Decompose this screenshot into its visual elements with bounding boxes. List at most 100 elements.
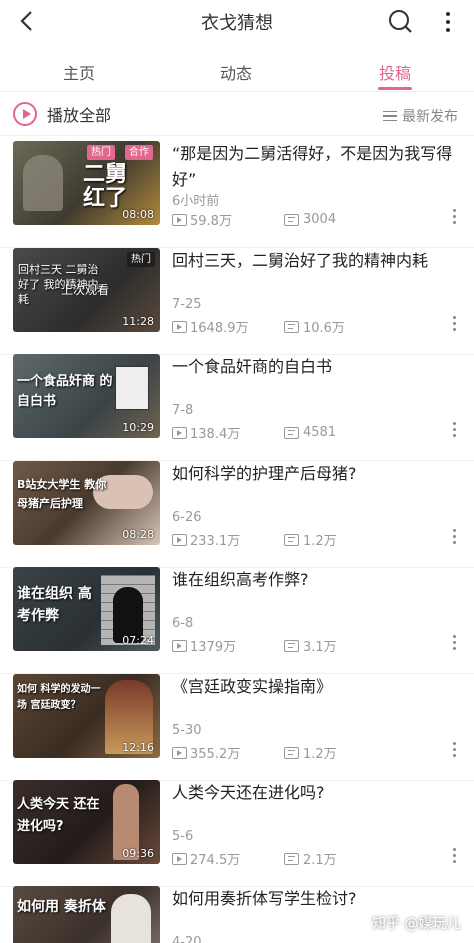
video-title[interactable]: 《宫廷政变实操指南》 — [172, 674, 467, 700]
upload-date: 7-8 — [172, 403, 194, 418]
play-circle-icon — [13, 102, 37, 126]
item-more-button[interactable] — [448, 420, 462, 440]
play-count-icon — [172, 852, 187, 865]
video-duration: 10:29 — [122, 421, 154, 434]
view-count: 1648.9万 — [190, 321, 249, 336]
video-title[interactable]: 谁在组织高考作弊? — [172, 567, 467, 593]
play-count-icon — [172, 320, 187, 333]
danmaku-count: 1.2万 — [303, 534, 337, 549]
video-thumbnail[interactable]: 如何 科学的发动一场 宫廷政变？ 12:16 — [13, 674, 160, 758]
video-thumbnail[interactable]: 热门 回村三天 二舅治好了 我的精神内耗 上次观看 11:28 — [13, 248, 160, 332]
danmaku-count: 3.1万 — [303, 640, 337, 655]
video-title[interactable]: 一个食品奸商的自白书 — [172, 354, 467, 380]
danmaku-count: 3004 — [303, 212, 337, 227]
play-count-icon — [172, 746, 187, 759]
danmaku-icon — [284, 746, 299, 759]
video-item[interactable]: B站女大学生 教你 母猪产后护理 08:28 如何科学的护理产后母猪? 6-26… — [0, 461, 474, 568]
video-thumbnail[interactable]: 人类今天 还在进化吗? 09:36 — [13, 780, 160, 864]
video-thumbnail[interactable]: 一个食品奸商 的自白书 10:29 — [13, 354, 160, 438]
view-count: 138.4万 — [190, 427, 241, 442]
item-more-button[interactable] — [448, 740, 462, 760]
video-duration: 12:16 — [122, 741, 154, 754]
video-duration: 07:24 — [122, 634, 154, 647]
video-thumbnail[interactable]: 如何用 奏折体 — [13, 886, 160, 943]
item-more-button[interactable] — [448, 207, 462, 227]
video-item[interactable]: 热门 合作 二舅 红了 08:08 “那是因为二舅活得好，不是因为我写得好” 6… — [0, 141, 474, 248]
video-title[interactable]: 人类今天还在进化吗? — [172, 780, 467, 806]
video-stats: 59.8万 3004 — [172, 210, 336, 229]
upload-date: 4-20 — [172, 935, 202, 943]
more-options-button[interactable] — [436, 7, 460, 37]
video-stats: 138.4万 4581 — [172, 423, 336, 442]
video-thumbnail[interactable]: 热门 合作 二舅 红了 08:08 — [13, 141, 160, 225]
video-duration: 08:08 — [122, 208, 154, 221]
video-stats: 233.1万 1.2万 — [172, 530, 337, 549]
sort-button[interactable]: 最新发布 — [383, 106, 458, 126]
danmaku-icon — [284, 213, 299, 226]
video-stats: 1648.9万 10.6万 — [172, 317, 345, 336]
danmaku-icon — [284, 639, 299, 652]
thumbnail-caption: 人类今天 还在进化吗? — [17, 797, 100, 834]
thumbnail-caption: 谁在组织 高考作弊 — [17, 586, 92, 624]
tab-activity[interactable]: 动态 — [186, 60, 286, 84]
tab-bar: 主页 动态 投稿 — [0, 48, 474, 92]
play-count-icon — [172, 426, 187, 439]
danmaku-icon — [284, 320, 299, 333]
active-tab-indicator — [378, 87, 412, 90]
collab-badge: 合作 — [125, 145, 153, 160]
vertical-dots-icon — [446, 12, 450, 32]
video-item[interactable]: 谁在组织 高考作弊 07:24 谁在组织高考作弊? 6-8 1379万 3.1万 — [0, 567, 474, 674]
video-stats: 274.5万 2.1万 — [172, 849, 337, 868]
video-item[interactable]: 热门 回村三天 二舅治好了 我的精神内耗 上次观看 11:28 回村三天，二舅治… — [0, 248, 474, 355]
search-button[interactable] — [386, 7, 416, 37]
item-more-button[interactable] — [448, 527, 462, 547]
danmaku-count: 4581 — [303, 425, 337, 440]
item-more-button[interactable] — [448, 314, 462, 334]
thumbnail-caption: 如何用 奏折体 — [17, 899, 106, 915]
thumbnail-caption: 一个食品奸商 的自白书 — [17, 374, 113, 409]
upload-date: 6小时前 — [172, 194, 220, 209]
danmaku-count: 10.6万 — [303, 321, 345, 336]
last-watched-label: 上次观看 — [61, 283, 110, 297]
hot-badge: 热门 — [87, 145, 115, 160]
play-count-icon — [172, 533, 187, 546]
video-thumbnail[interactable]: B站女大学生 教你 母猪产后护理 08:28 — [13, 461, 160, 545]
danmaku-icon — [284, 426, 299, 439]
thumbnail-caption: 二舅 红了 — [83, 162, 128, 211]
tab-home[interactable]: 主页 — [29, 60, 129, 84]
video-item[interactable]: 人类今天 还在进化吗? 09:36 人类今天还在进化吗? 5-6 274.5万 … — [0, 780, 474, 887]
video-title[interactable]: “那是因为二舅活得好，不是因为我写得好” — [172, 141, 467, 193]
video-title[interactable]: 回村三天，二舅治好了我的精神内耗 — [172, 248, 467, 274]
video-duration: 09:36 — [122, 847, 154, 860]
video-item[interactable]: 一个食品奸商 的自白书 10:29 一个食品奸商的自白书 7-8 138.4万 … — [0, 354, 474, 461]
danmaku-icon — [284, 852, 299, 865]
tab-uploads[interactable]: 投稿 — [345, 60, 445, 84]
danmaku-icon — [284, 533, 299, 546]
upload-date: 6-8 — [172, 616, 194, 631]
top-bar: 衣戈猜想 — [0, 0, 474, 44]
hot-badge: 热门 — [127, 252, 155, 267]
view-count: 1379万 — [190, 640, 237, 655]
sort-lines-icon — [383, 110, 397, 122]
danmaku-count: 2.1万 — [303, 853, 337, 868]
video-item[interactable]: 如何 科学的发动一场 宫廷政变？ 12:16 《宫廷政变实操指南》 5-30 3… — [0, 674, 474, 781]
item-more-button[interactable] — [448, 633, 462, 653]
video-title[interactable]: 如何科学的护理产后母猪? — [172, 461, 467, 487]
play-all-button[interactable]: 播放全部 — [13, 102, 111, 126]
video-stats: 1379万 3.1万 — [172, 636, 337, 655]
video-thumbnail[interactable]: 谁在组织 高考作弊 07:24 — [13, 567, 160, 651]
play-count-icon — [172, 639, 187, 652]
video-title[interactable]: 如何用奏折体写学生检讨? — [172, 886, 467, 912]
thumbnail-caption: B站女大学生 教你 母猪产后护理 — [17, 478, 107, 510]
danmaku-count: 1.2万 — [303, 747, 337, 762]
sort-label: 最新发布 — [402, 109, 458, 125]
upload-date: 5-6 — [172, 829, 194, 844]
view-count: 274.5万 — [190, 853, 241, 868]
video-duration: 11:28 — [122, 315, 154, 328]
app-screen: 衣戈猜想 主页 动态 投稿 播放全部 最新发布 热门 合作 二舅 红了 08:0… — [0, 0, 474, 943]
upload-date: 7-25 — [172, 297, 202, 312]
upload-date: 5-30 — [172, 723, 202, 738]
item-more-button[interactable] — [448, 846, 462, 866]
thumbnail-caption: 如何 科学的发动一场 宫廷政变？ — [17, 684, 101, 711]
video-stats: 355.2万 1.2万 — [172, 743, 337, 762]
